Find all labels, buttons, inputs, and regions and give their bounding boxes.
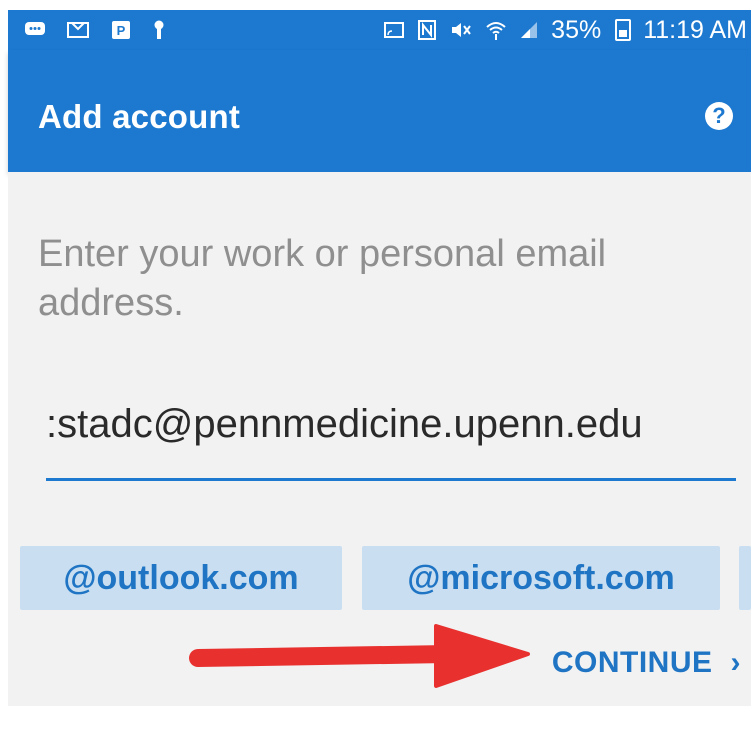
continue-button[interactable]: CONTINUE › [552, 646, 741, 680]
signal-icon [519, 20, 539, 40]
status-right-icons: 35% 11:19 AM [383, 16, 747, 44]
chevron-right-icon: › [730, 646, 741, 679]
continue-label: CONTINUE [551, 646, 713, 679]
add-account-screen: P 35% 11:19 AM Add account ? Enter your … [0, 0, 751, 740]
suggestion-chip-outlook[interactable]: @outlook.com [20, 546, 342, 610]
mute-icon [449, 20, 473, 40]
svg-text:P: P [117, 23, 126, 38]
help-icon[interactable]: ? [705, 102, 733, 130]
battery-icon [615, 19, 632, 41]
chat-icon [24, 21, 46, 39]
content-area: Enter your work or personal email addres… [8, 172, 751, 706]
wifi-icon [485, 19, 507, 41]
nfc-icon [417, 19, 437, 41]
email-field[interactable] [46, 400, 736, 448]
inbox-icon [66, 20, 90, 40]
top-border [0, 0, 751, 10]
status-left-icons: P [24, 16, 166, 44]
email-field-underline [46, 478, 736, 481]
bottom-border [0, 706, 751, 740]
cast-icon [383, 20, 405, 40]
keyhole-icon [152, 19, 166, 41]
app-bar: Add account ? [8, 50, 751, 172]
app-icon: P [110, 19, 132, 41]
suggestion-chip-microsoft[interactable]: @microsoft.com [362, 546, 720, 610]
red-arrow-annotation [189, 624, 530, 688]
battery-percent: 35% [551, 15, 602, 44]
email-prompt: Enter your work or personal email addres… [38, 233, 607, 325]
status-time: 11:19 AM [643, 15, 747, 44]
page-title: Add account [38, 98, 241, 135]
status-bar: P 35% 11:19 AM [8, 10, 751, 50]
suggestion-chip-partial[interactable] [739, 546, 751, 610]
